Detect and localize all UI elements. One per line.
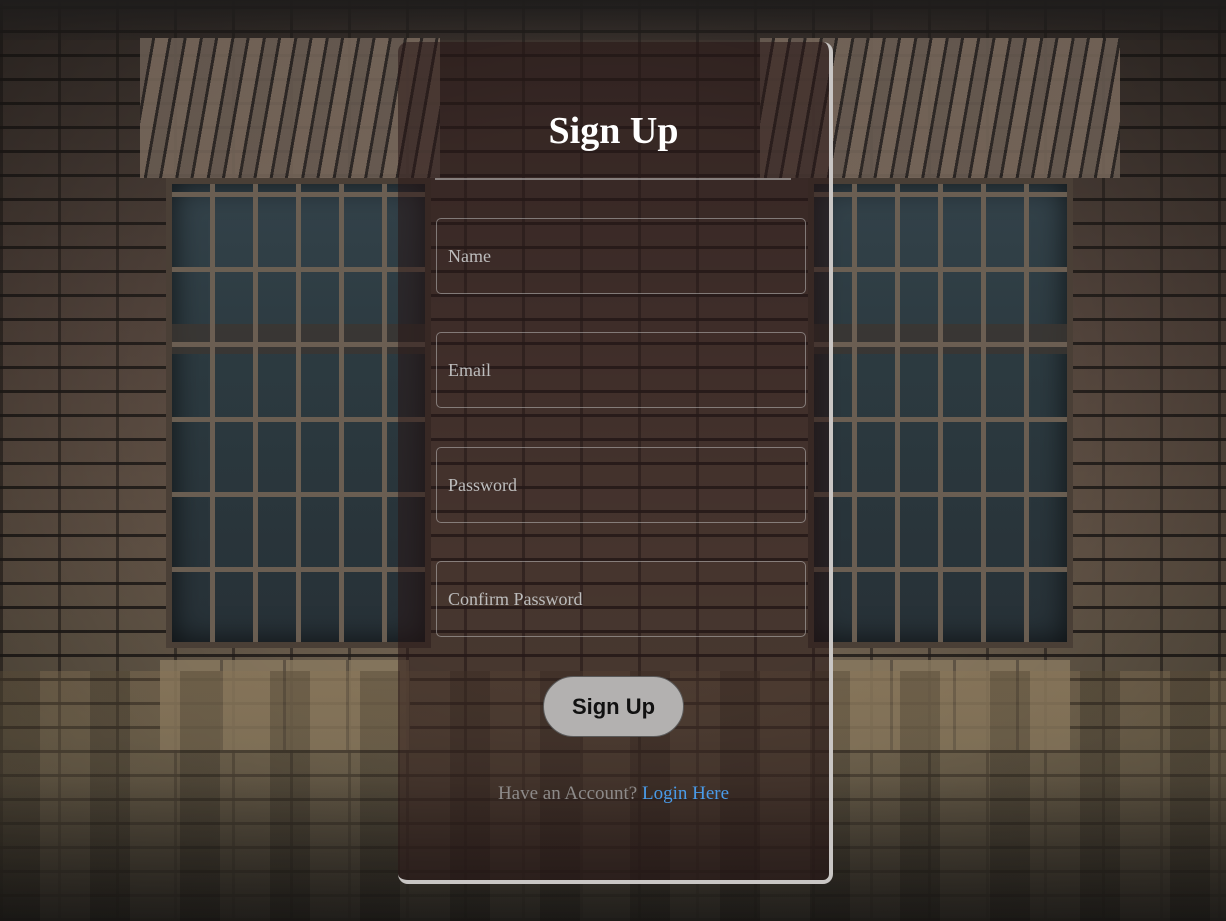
background-window-bars: [814, 184, 1067, 642]
background-window-right: [808, 178, 1073, 648]
signup-form-panel: Sign Up Sign Up Have an Account? Login H…: [398, 42, 833, 884]
page-title: Sign Up: [548, 110, 679, 152]
have-account-text: Have an Account?: [497, 783, 638, 804]
name-input[interactable]: [436, 218, 806, 294]
title-divider: [435, 178, 791, 180]
background-top-shadow: [0, 0, 1226, 40]
confirm-password-input[interactable]: [436, 561, 806, 637]
background-window-left: [166, 178, 431, 648]
login-prompt: Have an Account? Login Here: [398, 782, 829, 806]
email-input[interactable]: [436, 332, 806, 408]
background-brick-arch-left: [140, 38, 440, 178]
login-here-link[interactable]: Login Here: [642, 783, 729, 804]
password-input[interactable]: [436, 447, 806, 523]
background-window-bars: [172, 184, 425, 642]
sign-up-button[interactable]: Sign Up: [543, 676, 684, 737]
